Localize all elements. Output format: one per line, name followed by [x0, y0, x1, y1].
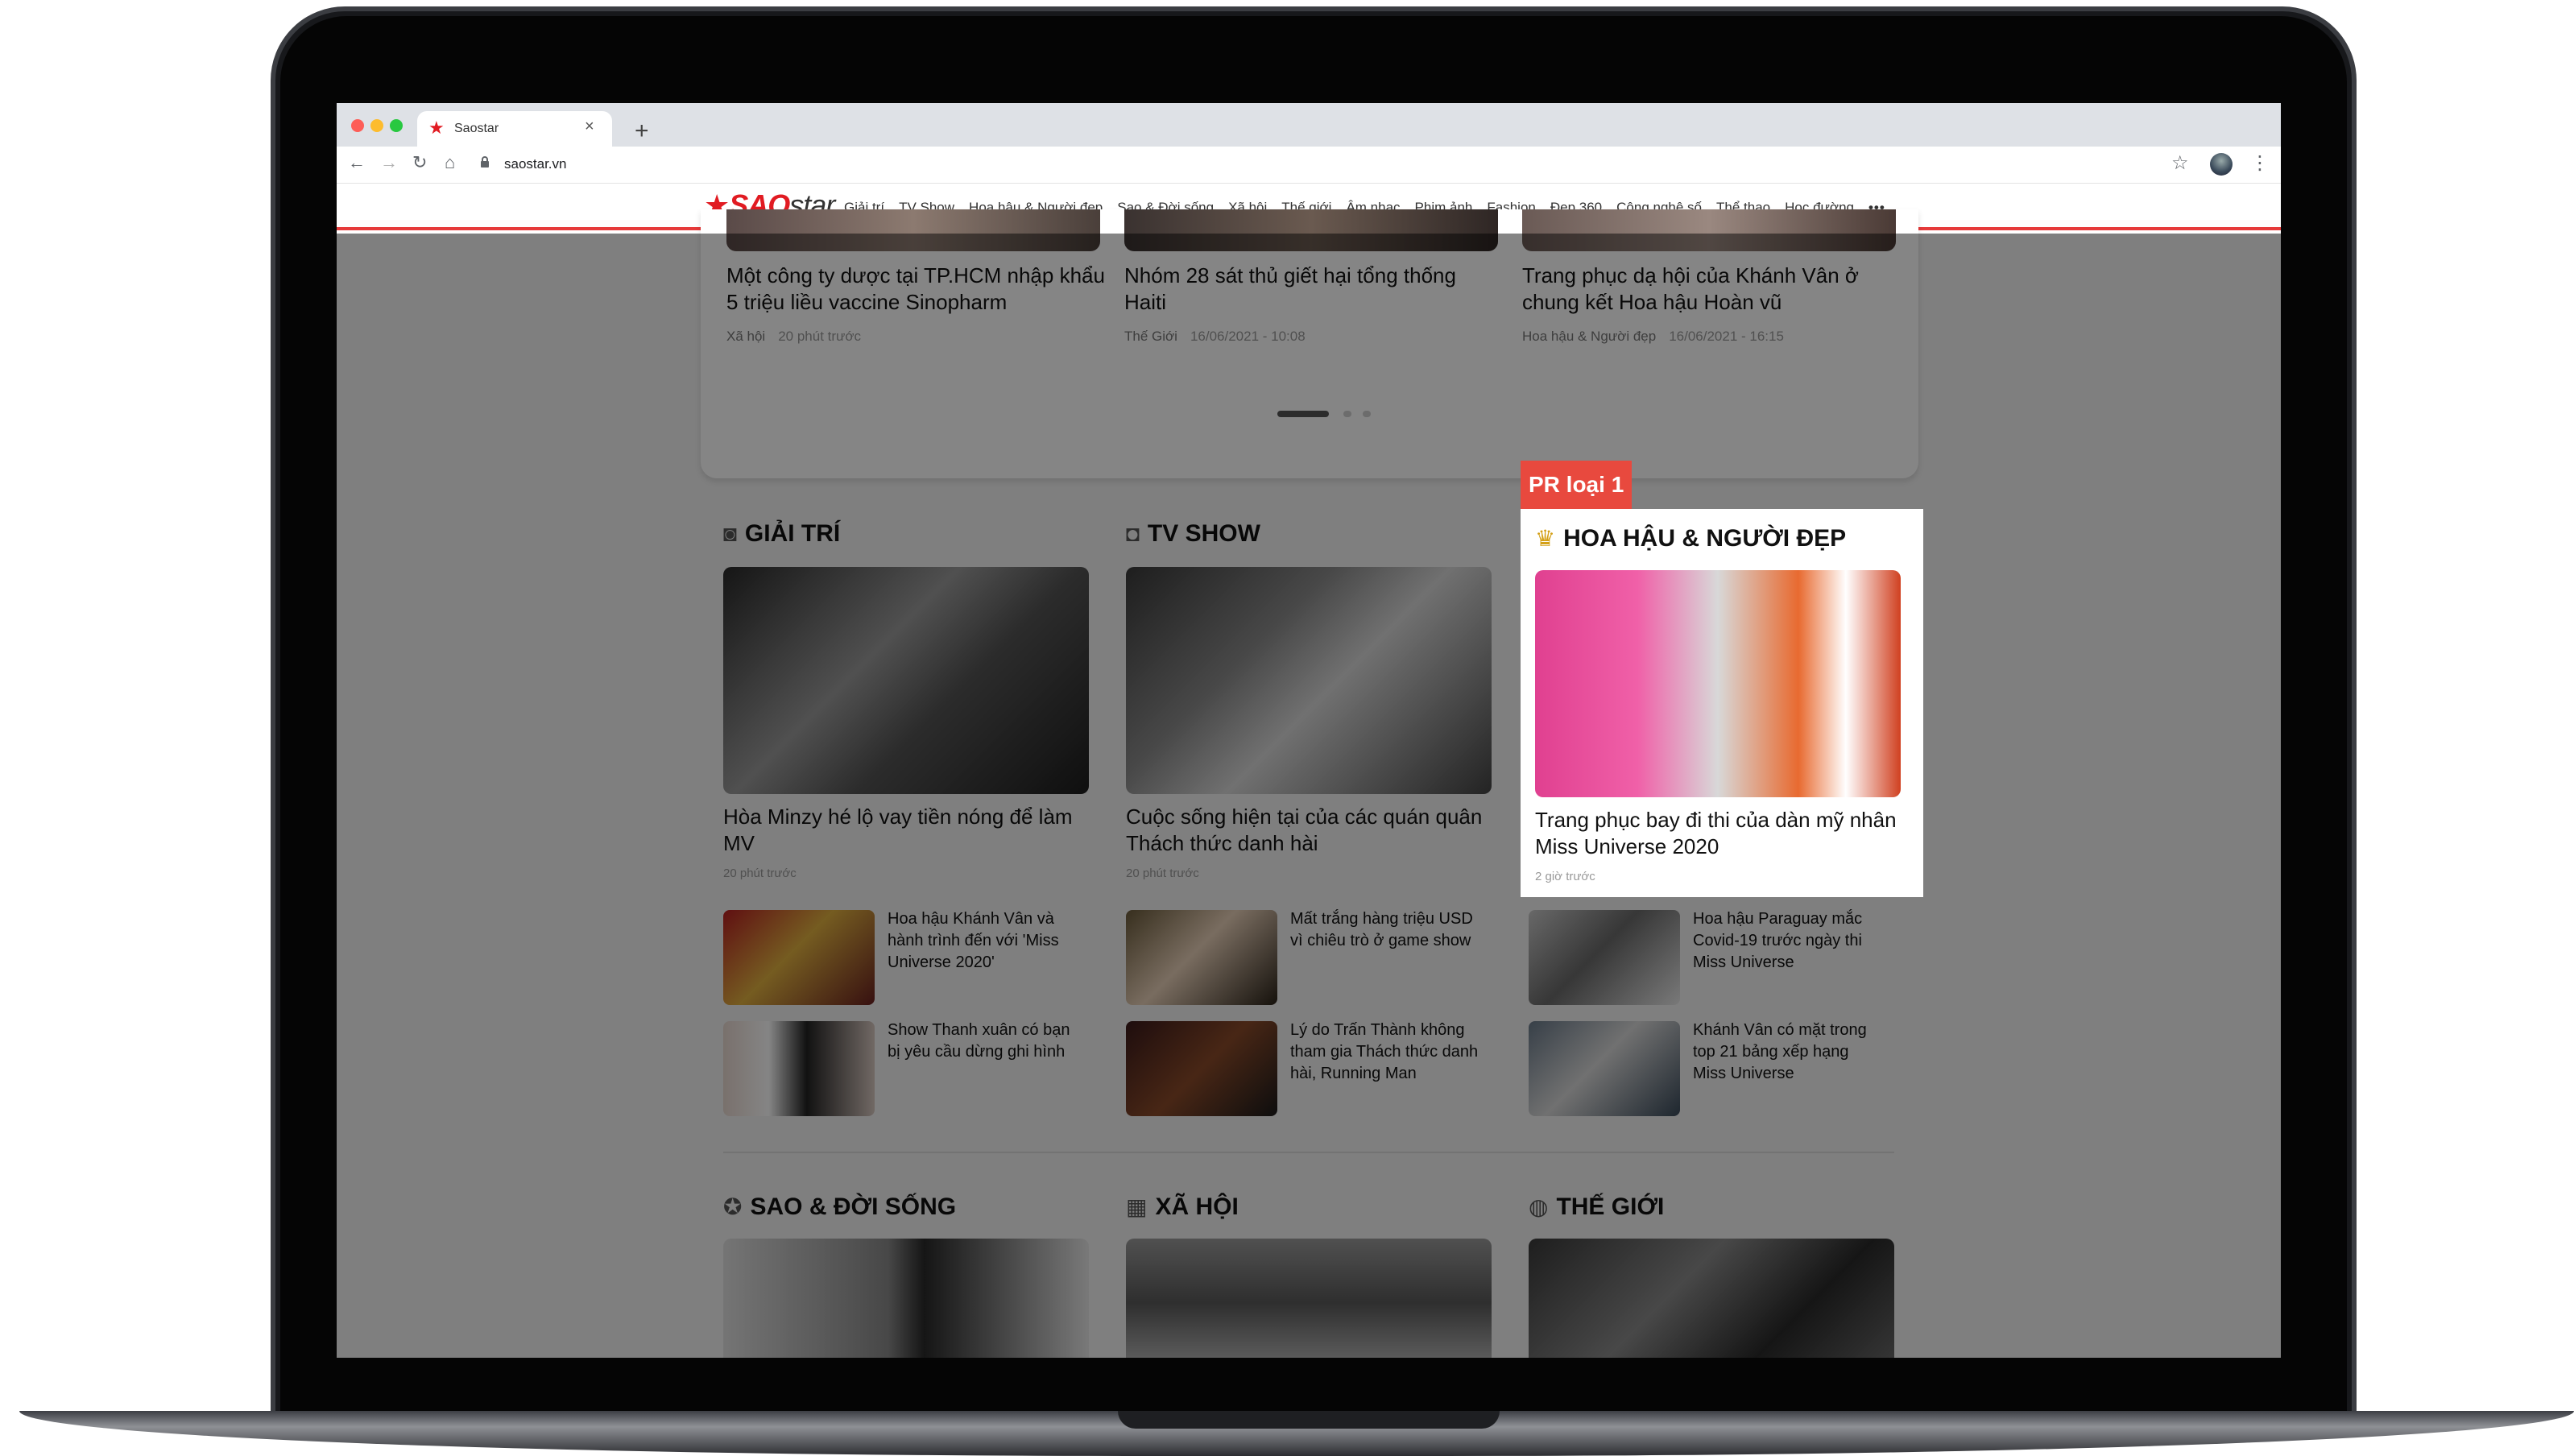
article-image[interactable] [1535, 570, 1901, 797]
reload-icon[interactable]: ↻ [412, 152, 427, 173]
browser-window: ★ Saostar × + ← → ↻ ⌂ saostar.vn ☆ ⋮ ★SA… [337, 103, 2281, 1358]
laptop-notch [1118, 1411, 1500, 1429]
profile-avatar[interactable] [2210, 153, 2233, 176]
maximize-window-button[interactable] [390, 119, 403, 132]
tab-bar: ★ Saostar × + [337, 103, 2281, 147]
browser-toolbar: ← → ↻ ⌂ saostar.vn ☆ ⋮ [337, 147, 2281, 184]
dim-overlay [337, 234, 2281, 509]
dim-overlay [337, 897, 2281, 1358]
article-title[interactable]: Trang phục bay đi thi của dàn mỹ nhân Mi… [1535, 807, 1901, 860]
article-time: 2 giờ trước [1535, 870, 1595, 883]
close-window-button[interactable] [351, 119, 364, 132]
home-icon[interactable]: ⌂ [445, 152, 455, 173]
crown-icon: ♛ [1535, 526, 1556, 551]
tab-title: Saostar [454, 122, 499, 135]
browser-tab[interactable]: ★ Saostar × + [417, 111, 649, 147]
lock-icon [480, 155, 490, 172]
address-bar[interactable]: saostar.vn [504, 156, 567, 172]
dim-overlay [1923, 509, 2281, 897]
forward-icon[interactable]: → [380, 152, 398, 173]
browser-menu-icon[interactable]: ⋮ [2250, 151, 2270, 175]
new-tab-button[interactable]: + [635, 118, 649, 145]
minimize-window-button[interactable] [370, 119, 383, 132]
section-title-text: HOA HẬU & NGƯỜI ĐẸP [1563, 525, 1847, 552]
tab-close-icon[interactable]: × [585, 118, 594, 136]
favicon-icon: ★ [428, 118, 445, 138]
back-icon[interactable]: ← [348, 152, 366, 173]
section-title-hoa-hau[interactable]: ♛ HOA HẬU & NGƯỜI ĐẸP [1535, 525, 1846, 552]
pr-label-badge-top: PR loại 1 [1521, 461, 1633, 509]
bookmark-star-icon[interactable]: ☆ [2171, 151, 2189, 175]
dim-overlay [337, 509, 1521, 897]
